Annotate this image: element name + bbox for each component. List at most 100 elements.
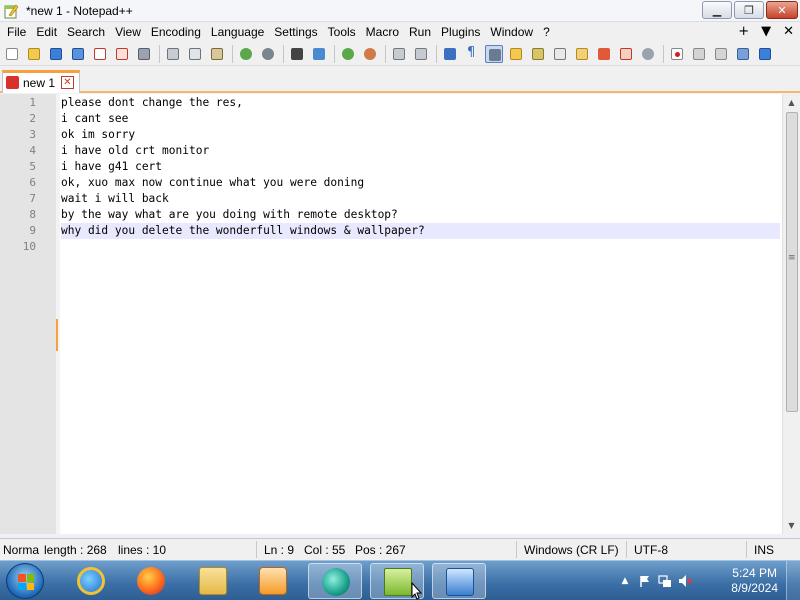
menu-file[interactable]: File <box>2 22 31 42</box>
status-language: Norma <box>3 543 40 557</box>
clock[interactable]: 5:24 PM 8/9/2024 <box>731 566 778 596</box>
menu-search[interactable]: Search <box>62 22 110 42</box>
save-all-icon[interactable] <box>69 45 87 63</box>
code-line[interactable]: by the way what are you doing with remot… <box>61 207 780 223</box>
paste-icon[interactable] <box>208 45 226 63</box>
status-pos: Pos : 267 <box>355 543 406 557</box>
tab-new-1[interactable]: new 1 ✕ <box>2 70 80 93</box>
menu-view[interactable]: View <box>110 22 146 42</box>
function-list-icon[interactable] <box>551 45 569 63</box>
stop-recording-icon[interactable] <box>690 45 708 63</box>
minimize-icon: ▁ <box>712 4 722 17</box>
code-line[interactable]: i cant see <box>61 111 780 127</box>
scroll-down-icon[interactable]: ▼ <box>783 517 800 534</box>
menu-macro[interactable]: Macro <box>361 22 404 42</box>
word-wrap-icon[interactable] <box>441 45 459 63</box>
new-file-icon[interactable] <box>3 45 21 63</box>
system-tray: ▲ 5:24 PM 8/9/2024 <box>610 561 800 600</box>
code-line[interactable]: ok im sorry <box>61 127 780 143</box>
add-new-tab-button[interactable]: + <box>738 22 749 42</box>
code-line[interactable]: i have g41 cert <box>61 159 780 175</box>
maximize-button[interactable]: ❐ <box>734 1 764 19</box>
editor-area[interactable]: 1 2 3 4 5 6 7 8 9 10 please dont change … <box>0 94 800 534</box>
code-line[interactable]: i have old crt monitor <box>61 143 780 159</box>
network-icon[interactable] <box>658 574 672 588</box>
fold-margin[interactable] <box>56 94 60 534</box>
tab-close-icon[interactable]: ✕ <box>61 76 74 89</box>
current-code-line[interactable]: why did you delete the wonderfull window… <box>61 223 780 239</box>
taskbar-file-explorer[interactable] <box>186 563 240 599</box>
code-line[interactable]: please dont change the res, <box>61 95 780 111</box>
scrollbar-thumb[interactable]: ≡ <box>786 112 798 412</box>
media-player-icon <box>259 567 287 595</box>
zoom-out-icon[interactable] <box>361 45 379 63</box>
line-number: 6 <box>29 176 36 189</box>
show-hidden-icons-button[interactable]: ▲ <box>618 574 632 588</box>
tab-list-dropdown-button[interactable]: ▼ <box>761 22 771 42</box>
undo-icon[interactable] <box>237 45 255 63</box>
sync-vertical-icon[interactable] <box>390 45 408 63</box>
show-desktop-button[interactable] <box>786 561 800 600</box>
close-all-icon[interactable] <box>113 45 131 63</box>
indent-guide-icon[interactable] <box>485 44 503 63</box>
run-macro-multiple-icon[interactable] <box>734 45 752 63</box>
zoom-in-icon[interactable] <box>339 45 357 63</box>
taskbar-internet-explorer[interactable] <box>64 563 118 599</box>
open-folder-icon[interactable] <box>617 45 635 63</box>
menu-encoding[interactable]: Encoding <box>146 22 206 42</box>
close-document-button[interactable]: ✕ <box>783 22 794 42</box>
code-text[interactable]: please dont change the res, i cant see o… <box>61 95 780 255</box>
save-icon[interactable] <box>47 45 65 63</box>
document-map-icon[interactable] <box>529 45 547 63</box>
code-line[interactable]: wait i will back <box>61 191 780 207</box>
taskbar-remote-desktop[interactable] <box>432 563 486 599</box>
status-eol: Windows (CR LF) <box>524 543 619 557</box>
internet-explorer-icon <box>77 567 105 595</box>
open-file-icon[interactable] <box>25 45 43 63</box>
replace-icon[interactable] <box>310 45 328 63</box>
menu-help[interactable]: ? <box>538 22 555 42</box>
minimize-button[interactable]: ▁ <box>702 1 732 19</box>
playback-macro-icon[interactable] <box>712 45 730 63</box>
menu-tools[interactable]: Tools <box>323 22 361 42</box>
menu-settings[interactable]: Settings <box>269 22 322 42</box>
folder-as-workspace-icon[interactable] <box>573 45 591 63</box>
unsaved-file-icon <box>6 76 19 89</box>
user-defined-language-icon[interactable] <box>507 45 525 63</box>
toolbar-separator <box>436 44 437 63</box>
find-icon[interactable] <box>288 45 306 63</box>
cut-icon[interactable] <box>164 45 182 63</box>
taskbar-teal-app[interactable] <box>308 563 362 599</box>
menu-language[interactable]: Language <box>206 22 269 42</box>
notepad-plus-plus-taskbar-icon <box>384 568 412 596</box>
change-history-marker <box>56 319 58 351</box>
menu-window[interactable]: Window <box>485 22 538 42</box>
action-center-flag-icon[interactable] <box>638 574 652 588</box>
taskbar: ▲ 5:24 PM 8/9/2024 <box>0 560 800 600</box>
menu-run[interactable]: Run <box>404 22 436 42</box>
copy-icon[interactable] <box>186 45 204 63</box>
taskbar-firefox[interactable] <box>124 563 178 599</box>
print-icon[interactable] <box>135 45 153 63</box>
code-line[interactable]: ok, xuo max now continue what you were d… <box>61 175 780 191</box>
redo-icon[interactable] <box>259 45 277 63</box>
menu-plugins[interactable]: Plugins <box>436 22 485 42</box>
cloud-icon[interactable] <box>639 45 657 63</box>
close-button[interactable]: ✕ <box>766 1 798 19</box>
menu-edit[interactable]: Edit <box>31 22 62 42</box>
record-macro-icon[interactable] <box>668 45 686 63</box>
sync-horizontal-icon[interactable] <box>412 45 430 63</box>
taskbar-notepad-plus-plus[interactable] <box>370 563 424 600</box>
close-file-icon[interactable] <box>91 45 109 63</box>
taskbar-media-player[interactable] <box>246 563 300 599</box>
menu-right-controls: + ▼ ✕ <box>738 22 794 42</box>
code-line[interactable] <box>61 239 780 255</box>
vertical-scrollbar[interactable]: ▲ ≡ ▼ <box>782 94 800 534</box>
monitoring-icon[interactable] <box>595 45 613 63</box>
start-button[interactable] <box>6 563 44 599</box>
volume-muted-icon[interactable] <box>678 574 692 588</box>
notepad-plus-plus-icon <box>4 4 19 19</box>
save-macro-icon[interactable] <box>756 45 774 63</box>
scroll-up-icon[interactable]: ▲ <box>783 94 800 111</box>
show-all-characters-icon[interactable]: ¶ <box>463 45 481 63</box>
